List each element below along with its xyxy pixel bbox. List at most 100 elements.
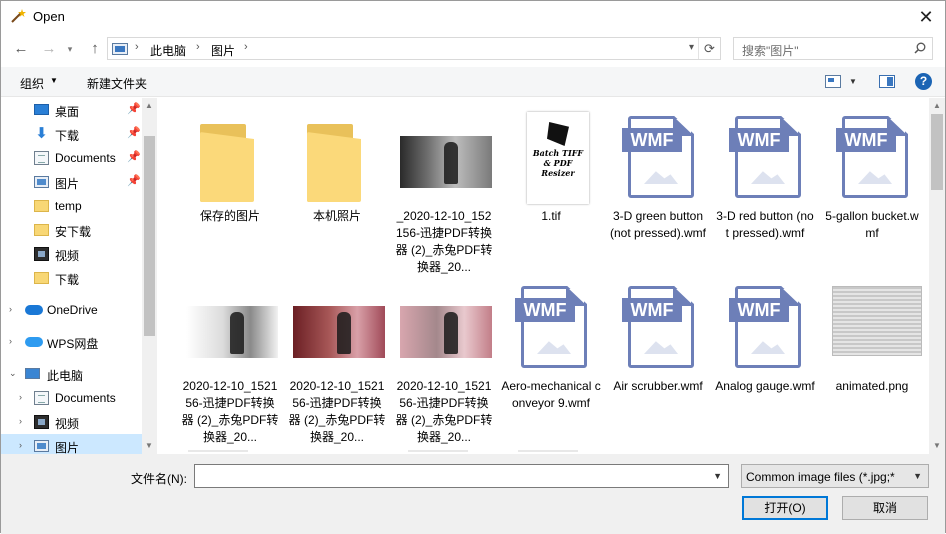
- open-button[interactable]: 打开(O): [742, 496, 828, 520]
- search-icon: [914, 42, 926, 54]
- video-icon: [34, 415, 49, 429]
- sidebar-item-pc-pictures[interactable]: › 图片: [1, 434, 142, 454]
- file-name: 本机照片: [312, 209, 361, 223]
- sidebar-item-documents[interactable]: Documents 📌: [1, 146, 142, 170]
- file-name: _2020-12-10_152156-迅捷PDF转换器 (2)_赤兔PDF转换器…: [395, 209, 493, 274]
- sidebar-item-desktop[interactable]: 桌面 📌: [1, 98, 142, 122]
- window-title: Open: [33, 9, 65, 24]
- search-placeholder: 搜索"图片": [742, 44, 799, 58]
- file-item[interactable]: WMF 3-D green button (not pressed).wmf: [606, 104, 710, 264]
- organize-button[interactable]: 组织: [20, 75, 44, 92]
- help-icon[interactable]: ?: [915, 73, 932, 90]
- recent-locations-button[interactable]: ▾: [63, 38, 77, 60]
- file-name: 2020-12-10_152156-迅捷PDF转换器 (2)_赤兔PDF转换器_…: [181, 379, 279, 444]
- breadcrumb-chevron-icon[interactable]: ›: [135, 41, 139, 53]
- up-button[interactable]: ↑: [85, 38, 105, 60]
- file-item[interactable]: WMF Aero-mechanical conveyor 9.wmf: [499, 274, 603, 434]
- image-thumbnail: [293, 282, 385, 374]
- breadcrumb-this-pc[interactable]: 此电脑: [150, 42, 186, 59]
- file-item[interactable]: Batch TIFF & PDF Resizer 1.tif: [499, 104, 603, 264]
- sidebar-item-downloads[interactable]: ⬇ 下载 📌: [1, 122, 142, 146]
- address-dropdown-icon[interactable]: ▾: [689, 42, 694, 53]
- filename-input[interactable]: ▼: [194, 464, 729, 488]
- breadcrumb-pictures[interactable]: 图片: [211, 42, 235, 59]
- file-item[interactable]: WMF Analog gauge.wmf: [713, 274, 817, 434]
- sidebar-item-videos[interactable]: 视频: [1, 242, 142, 266]
- file-type-dropdown-icon[interactable]: ▼: [913, 471, 922, 481]
- view-options-caret-icon[interactable]: ▼: [849, 77, 857, 86]
- file-name: Air scrubber.wmf: [613, 379, 703, 393]
- refresh-button[interactable]: ⟳: [698, 38, 720, 59]
- back-button[interactable]: ←: [11, 38, 31, 60]
- expand-chevron-icon[interactable]: ›: [19, 440, 22, 450]
- file-type-value: Common image files (*.jpg;*: [746, 470, 895, 484]
- sidebar-scroll-thumb[interactable]: [144, 136, 155, 336]
- sidebar-item-pictures[interactable]: 图片 📌: [1, 170, 142, 194]
- pin-icon[interactable]: 📌: [127, 126, 141, 139]
- scroll-up-icon[interactable]: ▲: [145, 101, 153, 110]
- file-item[interactable]: animated.png: [820, 274, 924, 434]
- file-item[interactable]: 保存的图片: [178, 104, 282, 264]
- sidebar-item-wps[interactable]: › WPS网盘: [1, 330, 142, 354]
- filename-dropdown-icon[interactable]: ▼: [713, 471, 722, 481]
- magic-wand-icon: [11, 9, 26, 23]
- file-item[interactable]: 本机照片: [285, 104, 389, 264]
- file-name: animated.png: [835, 379, 909, 393]
- sidebar-item-download-folder[interactable]: 下载: [1, 266, 142, 290]
- forward-button[interactable]: →: [39, 38, 59, 60]
- new-folder-button[interactable]: 新建文件夹: [87, 75, 147, 92]
- expand-chevron-icon[interactable]: ›: [19, 416, 22, 426]
- file-item[interactable]: WMF Air scrubber.wmf: [606, 274, 710, 434]
- collapse-chevron-icon[interactable]: ⌄: [9, 368, 17, 379]
- file-name: Analog gauge.wmf: [715, 379, 815, 393]
- scroll-down-icon[interactable]: ▼: [145, 441, 153, 450]
- breadcrumb-chevron-icon[interactable]: ›: [196, 41, 200, 53]
- sidebar-item-label: temp: [55, 199, 82, 213]
- sidebar-item-pc-videos[interactable]: › 视频: [1, 410, 142, 434]
- cancel-button[interactable]: 取消: [842, 496, 928, 520]
- address-bar[interactable]: › 此电脑 › 图片 › ▾ ⟳: [107, 37, 721, 60]
- file-item[interactable]: 2020-12-10_152156-迅捷PDF转换器 (2)_赤兔PDF转换器_…: [392, 274, 496, 444]
- expand-chevron-icon[interactable]: ›: [19, 392, 22, 402]
- pin-icon[interactable]: 📌: [127, 102, 141, 115]
- dialog-footer: 文件名(N): ▼ Common image files (*.jpg;* ▼ …: [1, 454, 945, 534]
- file-item[interactable]: 2020-12-10_152156-迅捷PDF转换器 (2)_赤兔PDF转换器_…: [285, 274, 389, 444]
- file-item[interactable]: _2020-12-10_152156-迅捷PDF转换器 (2)_赤兔PDF转换器…: [392, 104, 496, 274]
- wmf-file-icon: WMF: [721, 282, 809, 374]
- pictures-location-icon: [112, 43, 128, 55]
- file-item[interactable]: WMF 5-gallon bucket.wmf: [820, 104, 924, 264]
- preview-pane-icon[interactable]: [879, 75, 895, 88]
- folder-thumbnail: [293, 112, 381, 204]
- sidebar-item-temp[interactable]: temp: [1, 194, 142, 218]
- sidebar-item-onedrive[interactable]: › OneDrive: [1, 298, 142, 322]
- expand-chevron-icon[interactable]: ›: [9, 304, 12, 314]
- change-view-icon[interactable]: [825, 75, 841, 88]
- wmf-file-icon: WMF: [614, 112, 702, 204]
- sidebar-item-pc-documents[interactable]: › Documents: [1, 386, 142, 410]
- pin-icon[interactable]: 📌: [127, 174, 141, 187]
- breadcrumb-chevron-icon[interactable]: ›: [244, 41, 248, 53]
- content-scroll-thumb[interactable]: [931, 114, 943, 190]
- sidebar-item-label: WPS网盘: [47, 337, 99, 351]
- sidebar-item-this-pc[interactable]: ⌄ 此电脑: [1, 362, 142, 386]
- file-name: 5-gallon bucket.wmf: [825, 209, 919, 240]
- folder-icon: [34, 272, 49, 284]
- search-input[interactable]: 搜索"图片": [733, 37, 933, 60]
- expand-chevron-icon[interactable]: ›: [9, 336, 12, 346]
- wmf-badge: WMF: [836, 128, 896, 152]
- organize-caret-icon[interactable]: ▼: [50, 76, 58, 85]
- sidebar-item-anxiazai[interactable]: 安下载: [1, 218, 142, 242]
- folder-icon: [34, 200, 49, 212]
- filename-label: 文件名(N):: [131, 472, 187, 486]
- close-button[interactable]: ✕: [913, 5, 939, 29]
- image-thumbnail: [828, 282, 922, 374]
- scroll-up-icon[interactable]: ▲: [933, 101, 941, 110]
- scroll-down-icon[interactable]: ▼: [933, 441, 941, 450]
- sidebar-item-label: 图片: [55, 177, 80, 191]
- file-item[interactable]: 2020-12-10_152156-迅捷PDF转换器 (2)_赤兔PDF转换器_…: [178, 274, 282, 444]
- file-name: 2020-12-10_152156-迅捷PDF转换器 (2)_赤兔PDF转换器_…: [288, 379, 386, 444]
- folder-thumbnail: [186, 112, 274, 204]
- pin-icon[interactable]: 📌: [127, 150, 141, 163]
- file-item[interactable]: WMF 3-D red button (not pressed).wmf: [713, 104, 817, 264]
- file-type-select[interactable]: Common image files (*.jpg;* ▼: [741, 464, 929, 488]
